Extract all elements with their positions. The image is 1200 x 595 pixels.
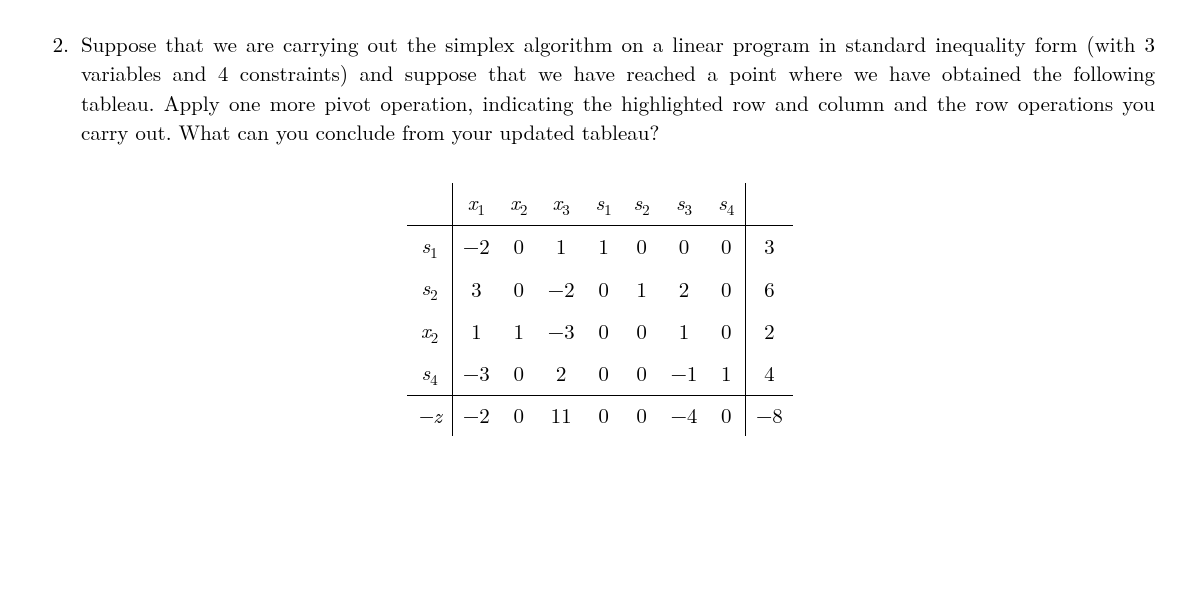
- cell: 0: [623, 311, 661, 353]
- row-head-obj: −z: [407, 396, 452, 436]
- cell: 0: [500, 225, 538, 268]
- cell: 11: [538, 396, 585, 436]
- cell: 0: [585, 268, 623, 310]
- cell: 0: [623, 225, 661, 268]
- problem-number: 2.: [45, 30, 69, 59]
- tableau-row-s4: s4 −3 0 2 0 0 −1 1 4: [407, 353, 793, 396]
- row-head-s4: s4: [407, 353, 452, 396]
- cell: 0: [500, 353, 538, 396]
- cell: 2: [661, 268, 708, 310]
- cell: 0: [707, 396, 745, 436]
- tableau-container: x1 x2 x3 s1 s2 s3 s4 s1 −2 0 1 1 0 0 0 3…: [45, 183, 1155, 436]
- cell: −2: [538, 268, 585, 310]
- col-header-s4: s4: [707, 183, 745, 226]
- cell: 1: [623, 268, 661, 310]
- col-header-s1: s1: [585, 183, 623, 226]
- cell: −3: [538, 311, 585, 353]
- cell: 0: [585, 311, 623, 353]
- cell: −1: [661, 353, 708, 396]
- col-header-x1: x1: [452, 183, 499, 226]
- cell: 1: [585, 225, 623, 268]
- tableau-header-row: x1 x2 x3 s1 s2 s3 s4: [407, 183, 793, 226]
- tableau-row-s1: s1 −2 0 1 1 0 0 0 3: [407, 225, 793, 268]
- rhs: 6: [745, 268, 792, 310]
- cell: 0: [661, 225, 708, 268]
- cell: 0: [623, 353, 661, 396]
- problem-text: Suppose that we are carrying out the sim…: [81, 30, 1155, 148]
- tableau-row-s2: s2 3 0 −2 0 1 2 0 6: [407, 268, 793, 310]
- simplex-tableau: x1 x2 x3 s1 s2 s3 s4 s1 −2 0 1 1 0 0 0 3…: [407, 183, 793, 436]
- cell: 1: [452, 311, 499, 353]
- cell: −2: [452, 225, 499, 268]
- cell: −3: [452, 353, 499, 396]
- cell: 0: [707, 225, 745, 268]
- rhs: −8: [745, 396, 792, 436]
- col-header-x2: x2: [500, 183, 538, 226]
- cell: −2: [452, 396, 499, 436]
- cell: 0: [500, 268, 538, 310]
- row-head-x2: x2: [407, 311, 452, 353]
- col-header-s3: s3: [661, 183, 708, 226]
- tableau-row-x2: x2 1 1 −3 0 0 1 0 2: [407, 311, 793, 353]
- cell: 0: [585, 353, 623, 396]
- cell: −4: [661, 396, 708, 436]
- cell: 0: [623, 396, 661, 436]
- cell: 0: [707, 268, 745, 310]
- row-head-s2: s2: [407, 268, 452, 310]
- col-header-x3: x3: [538, 183, 585, 226]
- row-head-s1: s1: [407, 225, 452, 268]
- cell: 1: [707, 353, 745, 396]
- cell: 0: [500, 396, 538, 436]
- cell: 0: [585, 396, 623, 436]
- col-header-rhs: [745, 183, 792, 226]
- rhs: 3: [745, 225, 792, 268]
- rhs: 2: [745, 311, 792, 353]
- cell: 1: [661, 311, 708, 353]
- rhs: 4: [745, 353, 792, 396]
- cell: 0: [707, 311, 745, 353]
- cell: 1: [538, 225, 585, 268]
- tableau-row-objective: −z −2 0 11 0 0 −4 0 −8: [407, 396, 793, 436]
- col-header-s2: s2: [623, 183, 661, 226]
- header-corner: [407, 183, 452, 226]
- cell: 3: [452, 268, 499, 310]
- cell: 1: [500, 311, 538, 353]
- cell: 2: [538, 353, 585, 396]
